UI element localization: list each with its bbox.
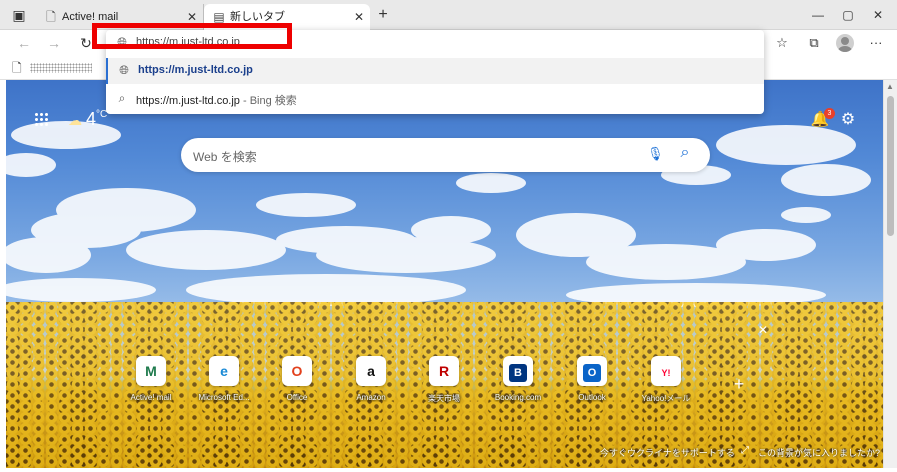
tile-label: Booking.com [494,393,542,402]
tile-label: Office [286,393,308,402]
new-tab-page: ☁ 4°C 🔔 3 ⚙ Web を検索 🎙 ⌕ ✕ M Active! mail … [6,80,883,468]
add-quick-link-button[interactable]: + [729,374,749,394]
close-window-button[interactable]: ✕ [866,6,890,24]
active-mail-icon: M [136,356,166,386]
edge-icon: e [209,356,239,386]
quick-link-microsoft-edge[interactable]: e Microsoft Ed... [184,356,264,406]
suggestion-text: https://m.just-ltd.co.jp [136,95,240,107]
tile-label: Yahoo!メール [641,394,691,403]
quick-links: M Active! mail e Microsoft Ed... O Offic… [6,356,883,406]
like-background-link[interactable]: この背景が気に入りましたか? [758,446,880,459]
yahoo-mail-icon: Y! [651,356,681,386]
quick-link-office[interactable]: O Office [257,356,337,406]
expand-icon[interactable]: ⤢ [741,445,749,456]
weather-temp: 4 [86,109,97,129]
suggestion-bing-search[interactable]: ⌕ https://m.just-ltd.co.jp - Bing 検索 [106,86,764,112]
tile-label: Amazon [356,393,386,402]
quick-link-amazon[interactable]: a Amazon [331,356,411,406]
back-button[interactable]: ← [14,33,34,53]
rakuten-icon: R [429,356,459,386]
suggestion-text: https://m.just-ltd.co.jp [138,64,253,76]
quick-link-booking[interactable]: B Booking.com [478,356,558,406]
notification-badge: 3 [824,108,835,119]
profile-avatar[interactable] [836,34,854,52]
microphone-icon[interactable]: 🎙 [647,146,664,164]
quick-link-rakuten[interactable]: R 楽天市場 [404,356,484,406]
suggestion-suffix: - Bing 検索 [239,95,297,107]
favorite-item-obscured[interactable] [30,63,92,73]
forward-button[interactable]: → [44,33,64,53]
search-placeholder: Web を検索 [193,150,257,164]
page-icon[interactable]: 🗋 [12,59,22,80]
settings-gear-icon[interactable]: ⚙ [838,110,858,130]
amazon-icon: a [356,356,386,386]
quick-link-yahoo-mail[interactable]: Y! Yahoo!メール [626,356,706,406]
weather-widget[interactable]: ☁ 4°C [68,109,107,130]
page-icon: 🗋 [46,10,56,24]
search-icon: ⌕ [118,91,126,105]
quick-link-active-mail[interactable]: M Active! mail [111,356,191,406]
booking-icon: B [503,356,533,386]
minimize-button[interactable]: — [806,6,830,24]
scrollbar-thumb[interactable] [887,96,894,236]
weather-icon: ☁ [68,112,82,128]
tile-label: Microsoft Ed... [198,393,250,402]
page-scrollbar[interactable]: ▲ [883,80,897,468]
tile-label: Outlook [578,393,606,402]
new-tab-button[interactable]: + [374,5,392,25]
background-clouds [6,121,871,307]
collections-icon[interactable]: ⧉ [804,33,824,53]
quick-link-outlook[interactable]: O Outlook [552,356,632,406]
search-icon[interactable]: ⌕ [675,144,695,164]
favorites-icon[interactable]: ☆ [772,33,792,53]
apps-grid-icon[interactable] [34,112,48,126]
globe-icon: 🌐︎ [119,63,129,77]
tab-actions-icon[interactable]: ▣ [10,6,28,24]
more-icon[interactable]: ··· [866,33,886,53]
tab-close-icon[interactable]: ✕ [354,4,364,30]
office-icon: O [282,356,312,386]
close-tiles-icon[interactable]: ✕ [756,323,770,337]
tile-label: Active! mail [130,393,172,402]
annotation-highlight-box [92,23,292,49]
support-ukraine-link[interactable]: 今すぐウクライナをサポートする [600,446,735,459]
outlook-icon: O [577,356,607,386]
maximize-button[interactable]: ▢ [836,6,860,24]
suggestion-url[interactable]: 🌐︎ https://m.just-ltd.co.jp [106,58,764,84]
tile-label: 楽天市場 [428,394,460,403]
scroll-up-icon[interactable]: ▲ [886,82,894,91]
web-search-box[interactable]: Web を検索 🎙 ⌕ [181,138,710,172]
